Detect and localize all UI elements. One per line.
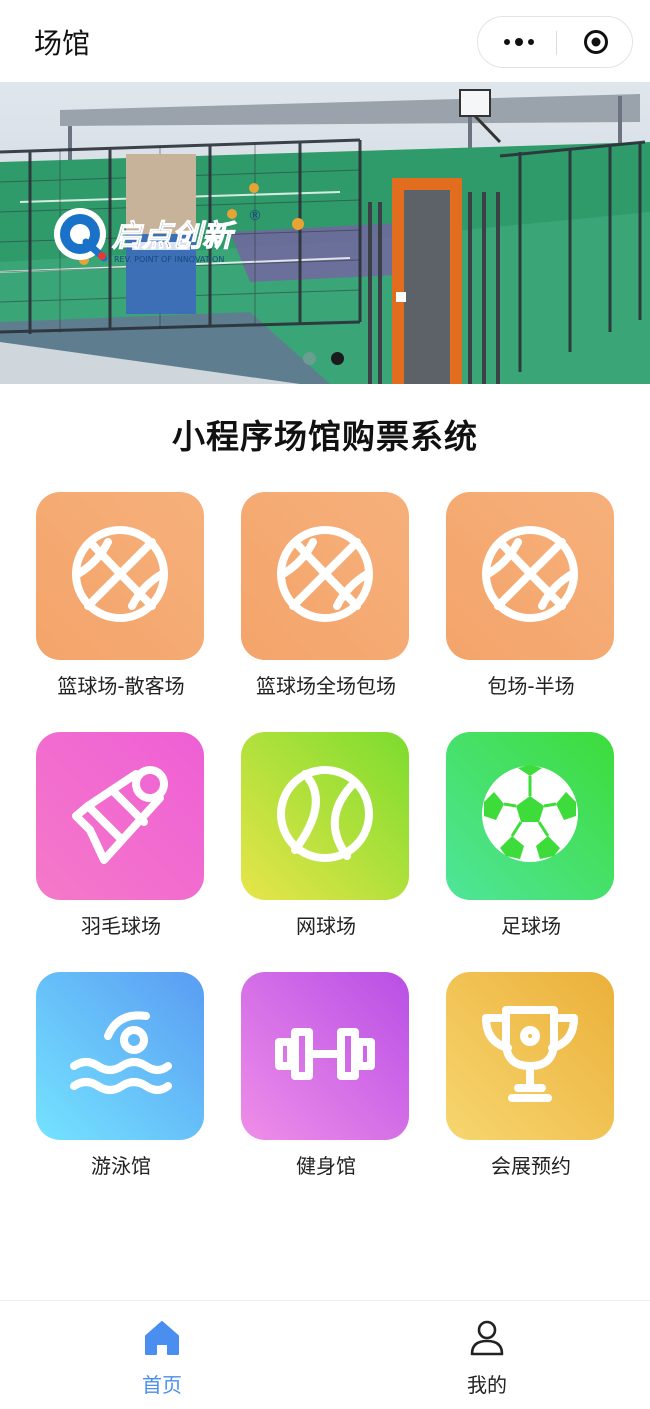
- carousel-dot-active[interactable]: [331, 352, 344, 365]
- home-icon: [145, 1321, 179, 1355]
- venue-icon-box[interactable]: [446, 492, 614, 660]
- venue-icon-box[interactable]: [36, 972, 204, 1140]
- venue-label: 网球场: [296, 914, 356, 938]
- venue-icon-box[interactable]: [241, 492, 409, 660]
- tab-bar: 首页 我的: [0, 1300, 650, 1409]
- tab-mine[interactable]: 我的: [427, 1319, 547, 1398]
- venue-tile[interactable]: 游泳馆: [36, 972, 206, 1178]
- navigation-bar: 场馆: [0, 0, 650, 82]
- banner-carousel[interactable]: 启点创新 ® REV. POINT OF INNOVATION: [0, 82, 650, 384]
- venue-label: 羽毛球场: [81, 914, 161, 938]
- venue-label: 篮球场全场包场: [256, 674, 396, 698]
- tennis-ball-icon: [273, 762, 377, 870]
- venue-tile[interactable]: 包场-半场: [446, 492, 616, 698]
- more-dot-icon: [504, 39, 510, 45]
- tab-home[interactable]: 首页: [102, 1319, 222, 1398]
- tab-mine-label: 我的: [467, 1373, 507, 1397]
- banner-logo-subtext: REV. POINT OF INNOVATION: [114, 255, 224, 264]
- venue-tile[interactable]: 会展预约: [446, 972, 616, 1178]
- venue-icon-box[interactable]: [446, 972, 614, 1140]
- venue-label: 足球场: [501, 914, 561, 938]
- venue-icon-box[interactable]: [36, 732, 204, 900]
- venue-icon-box[interactable]: [36, 492, 204, 660]
- venue-label: 健身馆: [296, 1154, 356, 1178]
- venue-tile[interactable]: 健身馆: [241, 972, 411, 1178]
- venue-icon-box[interactable]: [241, 732, 409, 900]
- more-dot-icon: [528, 39, 534, 45]
- venue-tile[interactable]: 羽毛球场: [36, 732, 206, 938]
- basketball-icon: [273, 522, 377, 630]
- more-dot-icon: [515, 38, 523, 46]
- venue-label: 会展预约: [491, 1154, 571, 1178]
- registered-mark: ®: [248, 208, 262, 224]
- basketball-icon: [68, 522, 172, 630]
- venue-label: 篮球场-散客场: [57, 674, 185, 698]
- mini-program-capsule: [477, 16, 633, 68]
- more-options-button[interactable]: [500, 17, 556, 67]
- capsule-divider: [556, 31, 557, 55]
- venue-icon-box[interactable]: [446, 732, 614, 900]
- venue-tile[interactable]: 网球场: [241, 732, 411, 938]
- venue-label: 包场-半场: [487, 674, 575, 698]
- target-icon: [584, 30, 608, 54]
- page-title: 场馆: [34, 27, 91, 60]
- banner-logo-text: 启点创新: [112, 219, 237, 254]
- trophy-icon: [478, 1002, 582, 1110]
- venue-photo: 启点创新 ® REV. POINT OF INNOVATION: [0, 82, 650, 384]
- soccer-ball-icon: [478, 762, 582, 870]
- section-title: 小程序场馆购票系统: [172, 417, 478, 456]
- venue-icon-box[interactable]: [241, 972, 409, 1140]
- shuttlecock-icon: [68, 762, 172, 870]
- venue-tile[interactable]: 篮球场全场包场: [241, 492, 411, 698]
- dumbbell-icon: [273, 1002, 377, 1110]
- venue-tile[interactable]: 篮球场-散客场: [36, 492, 206, 698]
- carousel-dot[interactable]: [303, 352, 316, 365]
- tab-home-label: 首页: [142, 1373, 182, 1397]
- close-mini-program-button[interactable]: [583, 29, 609, 55]
- venue-tile[interactable]: 足球场: [446, 732, 616, 938]
- basketball-icon: [478, 522, 582, 630]
- swimming-icon: [68, 1002, 172, 1110]
- venue-label: 游泳馆: [91, 1154, 151, 1178]
- user-icon: [470, 1320, 504, 1356]
